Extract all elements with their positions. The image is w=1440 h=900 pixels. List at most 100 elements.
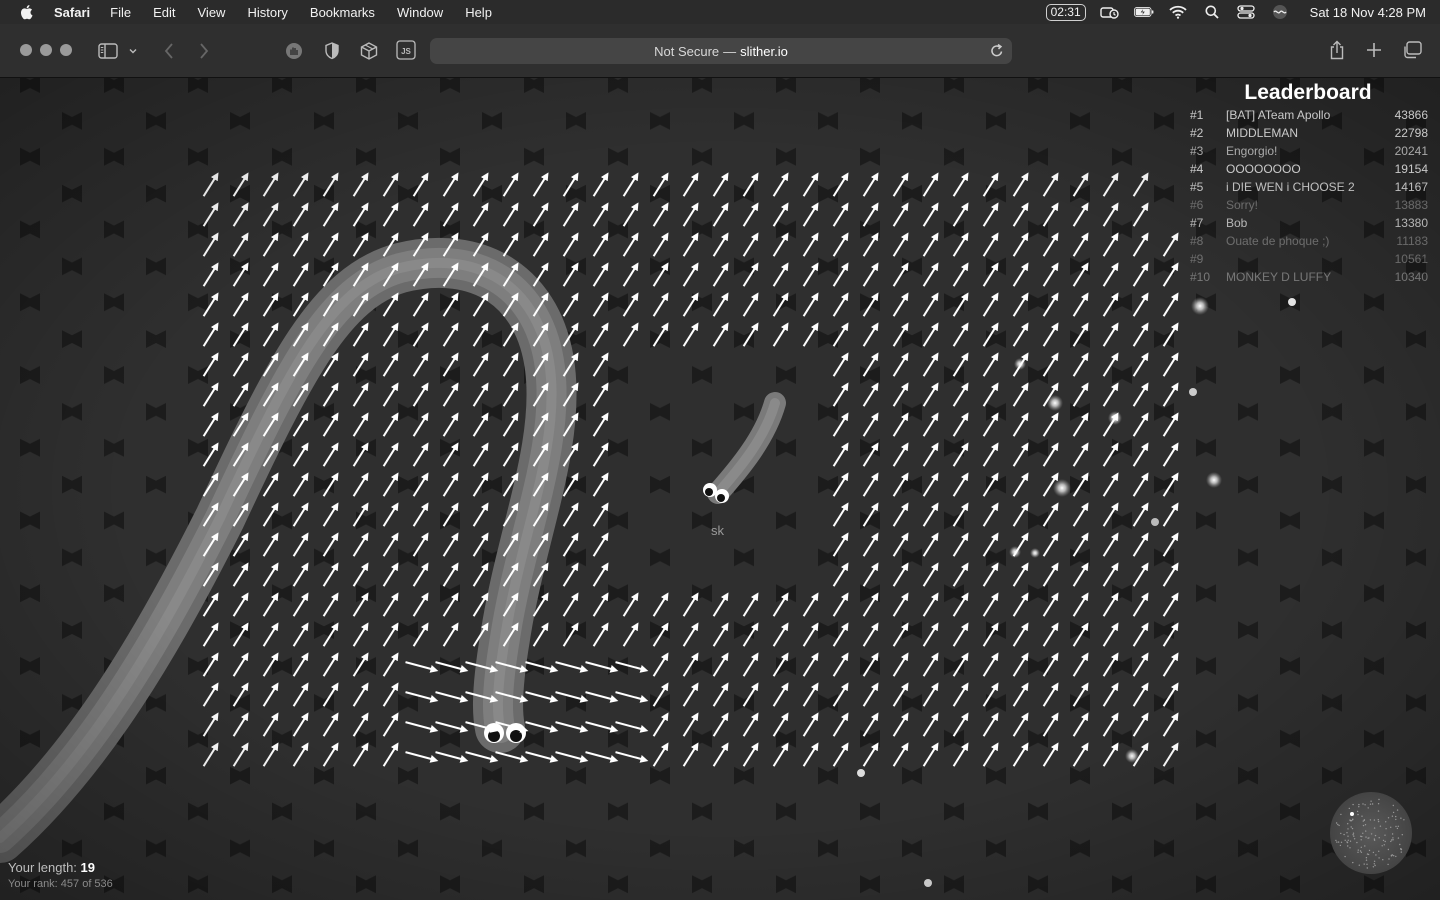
tabs-overview-icon[interactable] (1401, 40, 1423, 60)
minimap-snake-dot (1384, 840, 1386, 843)
minimap-snake-dot (1399, 843, 1401, 846)
menubar-clock[interactable]: Sat 18 Nov 4:28 PM (1310, 5, 1426, 20)
minimap-snake-dot (1385, 821, 1387, 823)
control-center-icon[interactable] (1236, 3, 1256, 21)
length-label: Your length: (8, 860, 77, 875)
reload-icon[interactable] (990, 43, 1004, 61)
length-value: 19 (80, 860, 96, 875)
minimap-snake-dot (1338, 824, 1340, 827)
leaderboard-score: 22798 (1394, 126, 1428, 140)
minimap-dots (1335, 798, 1405, 869)
minimap-snake-dot (1358, 864, 1360, 866)
minimap-snake-dot (1364, 845, 1366, 847)
close-window-button[interactable] (20, 44, 32, 56)
address-bar[interactable]: Not Secure — slither.io (430, 38, 1012, 64)
player-name: sk (711, 523, 724, 538)
minimap-snake-dot (1378, 837, 1380, 839)
minimap-snake-dot (1352, 803, 1354, 806)
minimap-snake-dot (1370, 800, 1372, 802)
minimap-snake-dot (1363, 863, 1365, 865)
minimap-snake-dot (1346, 832, 1348, 834)
menu-history[interactable]: History (247, 5, 287, 20)
leaderboard-score: 14167 (1394, 180, 1428, 194)
wifi-icon[interactable] (1168, 3, 1188, 21)
sidebar-icon[interactable] (97, 41, 119, 61)
menu-app-name[interactable]: Safari (54, 5, 90, 20)
minimap-snake-dot (1365, 857, 1368, 859)
js-icon[interactable]: JS (396, 40, 416, 60)
minimap-snake-dot (1401, 834, 1403, 836)
minimap-snake-dot (1397, 837, 1400, 839)
minimap-snake-dot (1360, 839, 1362, 841)
menu-help[interactable]: Help (465, 5, 492, 20)
menu-bookmarks[interactable]: Bookmarks (310, 5, 375, 20)
minimap-snake-dot (1372, 866, 1375, 868)
minimap-snake-dot (1373, 819, 1376, 821)
new-tab-icon[interactable] (1364, 40, 1384, 60)
minimap-snake-dot (1356, 841, 1358, 844)
minimap-snake-dot (1388, 858, 1390, 860)
leaderboard-row: #8 Ouate de phoque ;) 11183 (1188, 234, 1432, 252)
leaderboard-rank: #7 (1190, 216, 1204, 230)
battery-icon[interactable] (1133, 3, 1154, 21)
minimap-snake-dot (1362, 820, 1364, 822)
minimap-snake-dot (1339, 844, 1342, 847)
minimap-snake-dot (1391, 815, 1394, 817)
leaderboard-row: #10 MONKEY D LUFFY 10340 (1188, 270, 1432, 288)
menu-view[interactable]: View (198, 5, 226, 20)
privacy-icon[interactable] (284, 41, 304, 61)
leaderboard-score: 10340 (1394, 270, 1428, 284)
menu-edit[interactable]: Edit (153, 5, 175, 20)
minimap-snake-dot (1371, 803, 1374, 805)
minimap-snake-dot (1356, 810, 1359, 813)
leaderboard-title: Leaderboard (1244, 81, 1372, 104)
shield-icon[interactable] (322, 41, 342, 61)
minimap-snake-dot (1377, 803, 1380, 805)
leaderboard-score: 13883 (1394, 198, 1428, 212)
focus-icon[interactable] (1099, 3, 1120, 21)
url-host: slither.io (740, 43, 788, 59)
menu-window[interactable]: Window (397, 5, 443, 20)
minimap-snake-dot (1373, 838, 1376, 840)
minimap-snake-dot (1337, 841, 1340, 843)
apple-icon[interactable] (18, 3, 36, 21)
share-icon[interactable] (1327, 39, 1347, 61)
back-icon[interactable] (160, 41, 178, 61)
menu-file[interactable]: File (110, 5, 131, 20)
chevron-down-icon[interactable] (126, 43, 140, 59)
url-separator: — (723, 43, 737, 59)
minimap-snake-dot (1352, 832, 1355, 834)
leaderboard-row: #2 MIDDLEMAN 22798 (1188, 126, 1432, 144)
minimap-snake-dot (1347, 828, 1349, 830)
minimap-snake-dot (1357, 813, 1359, 816)
spotlight-icon[interactable] (1202, 3, 1222, 21)
cube-icon[interactable] (358, 41, 380, 61)
minimap-snake-dot (1351, 827, 1354, 830)
forward-icon[interactable] (195, 41, 213, 61)
minimap-snake-dot (1387, 817, 1390, 819)
leaderboard-row: #7 Bob 13380 (1188, 216, 1432, 234)
rank-text: Your rank: 457 of 536 (8, 878, 113, 890)
minimap-snake-dot (1357, 851, 1359, 853)
leaderboard-score: 10561 (1394, 252, 1428, 266)
leaderboard-rank: #9 (1190, 252, 1204, 266)
minimap-snake-dot (1390, 854, 1393, 856)
minimap-snake-dot (1392, 811, 1395, 814)
screen-recording-timer[interactable]: 02:31 (1045, 3, 1086, 21)
siri-icon[interactable] (1270, 3, 1290, 21)
minimap-snake-dot (1336, 841, 1338, 843)
minimap-snake-dot (1400, 848, 1402, 850)
minimap-snake-dot (1369, 819, 1372, 821)
zoom-window-button[interactable] (60, 44, 72, 56)
minimap-snake-dot (1347, 845, 1349, 847)
minimap-snake-dot (1366, 867, 1368, 869)
minimap-snake-dot (1377, 819, 1379, 821)
security-status: Not Secure (654, 43, 720, 59)
minimize-window-button[interactable] (40, 44, 52, 56)
game-viewport[interactable]: Leaderboard #1 [BAT] ATeam Apollo 43866 #2 M… (0, 78, 1440, 900)
minimap-snake-dot (1335, 822, 1338, 824)
minimap-snake-dot (1391, 839, 1393, 841)
minimap-snake-dot (1340, 841, 1343, 843)
browser-toolbar: JS Not Secure — slither.io (0, 24, 1440, 78)
minimap-snake-dot (1396, 809, 1399, 811)
